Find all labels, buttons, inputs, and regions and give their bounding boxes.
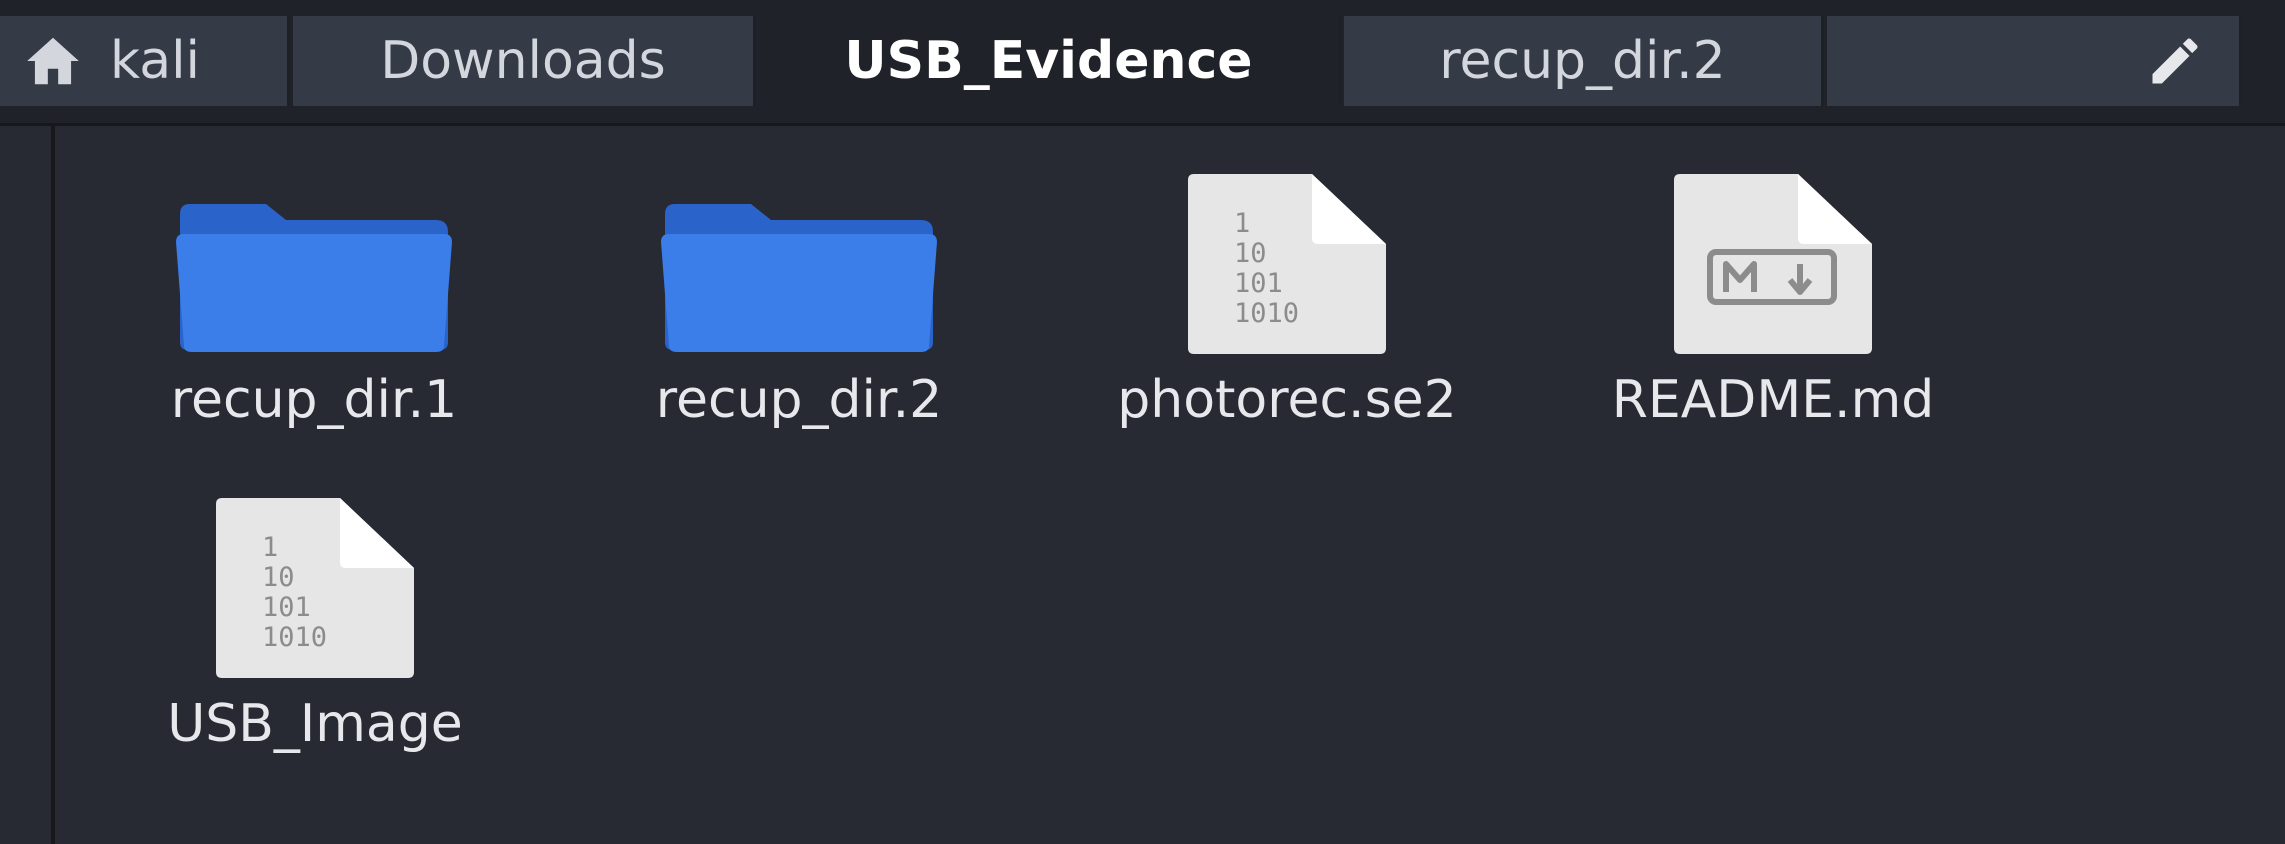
- sidebar-pane-edge: [0, 126, 55, 844]
- folder-icon: [661, 204, 937, 352]
- breadcrumb-label: kali: [110, 31, 200, 91]
- svg-text:101: 101: [1234, 268, 1283, 299]
- svg-text:10: 10: [1234, 238, 1267, 269]
- path-bar: kali Downloads USB_Evidence recup_dir.2: [0, 0, 2285, 126]
- breadcrumb-kali[interactable]: kali: [0, 16, 290, 106]
- file-item-folder[interactable]: recup_dir.1: [79, 170, 549, 450]
- pencil-icon: [2152, 38, 2198, 84]
- file-item-folder[interactable]: recup_dir.2: [564, 170, 1034, 450]
- breadcrumb-usb-evidence[interactable]: USB_Evidence: [759, 16, 1341, 106]
- svg-text:1010: 1010: [1234, 298, 1299, 329]
- file-item-markdown[interactable]: README.md: [1538, 170, 2008, 450]
- breadcrumb-recup-dir-2[interactable]: recup_dir.2: [1344, 16, 1824, 106]
- svg-text:1: 1: [262, 532, 278, 563]
- file-name: USB_Image: [167, 694, 463, 754]
- breadcrumb-label: Downloads: [380, 31, 666, 91]
- breadcrumb-downloads[interactable]: Downloads: [293, 16, 756, 106]
- file-name: recup_dir.1: [170, 370, 458, 430]
- binary-file-icon: 1 10 101 1010: [216, 498, 414, 678]
- folder-icon: [176, 204, 452, 352]
- svg-text:1: 1: [1234, 208, 1250, 239]
- breadcrumb-label: USB_Evidence: [844, 31, 1253, 91]
- svg-text:1010: 1010: [262, 622, 327, 653]
- markdown-file-icon: [1674, 174, 1872, 354]
- edit-location-button[interactable]: [1827, 16, 2242, 106]
- file-name: README.md: [1611, 370, 1935, 430]
- file-name: recup_dir.2: [655, 370, 943, 430]
- file-item-binary[interactable]: 1 10 101 1010 photorec.se2: [1052, 170, 1522, 450]
- file-name: photorec.se2: [1117, 370, 1457, 430]
- home-icon: [27, 37, 79, 85]
- svg-text:10: 10: [262, 562, 295, 593]
- file-item-binary[interactable]: 1 10 101 1010 USB_Image: [80, 494, 550, 774]
- svg-text:101: 101: [262, 592, 311, 623]
- breadcrumb-label: recup_dir.2: [1439, 31, 1726, 91]
- pathbar-edge: [2245, 16, 2285, 106]
- binary-file-icon: 1 10 101 1010: [1188, 174, 1386, 354]
- file-manager-window: kali Downloads USB_Evidence recup_dir.2 …: [0, 0, 2285, 844]
